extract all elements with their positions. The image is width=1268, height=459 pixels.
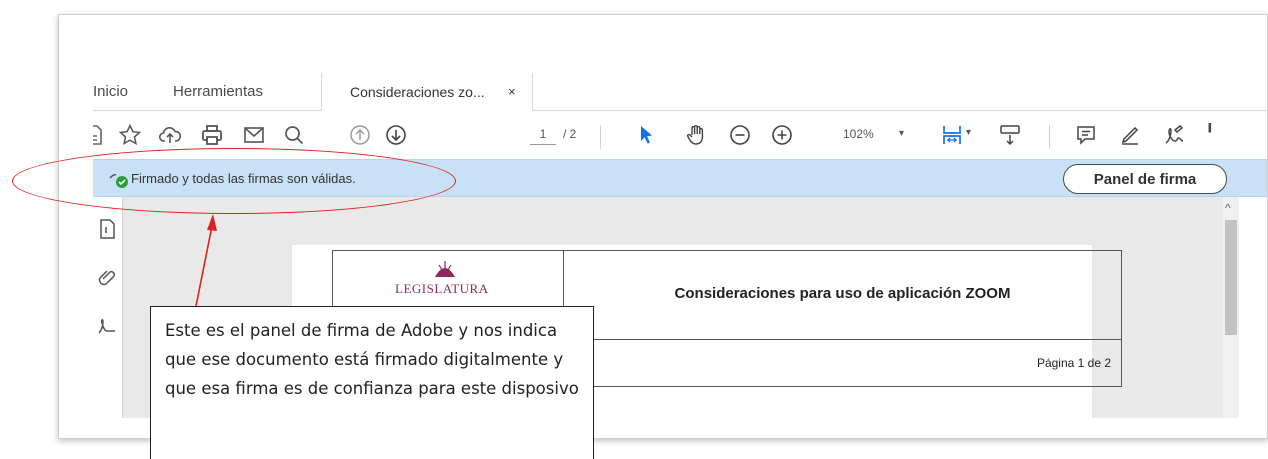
tab-document-label: Consideraciones zo...	[350, 84, 485, 100]
callout-text: Este es el panel de firma de Adobe y nos…	[165, 321, 579, 398]
toolbar-divider	[1049, 125, 1050, 149]
comment-icon[interactable]	[1073, 122, 1099, 148]
scroll-up-icon[interactable]: ^	[1225, 201, 1231, 215]
hand-icon[interactable]	[683, 122, 709, 148]
zoom-out-icon[interactable]	[727, 122, 753, 148]
tab-bar: Inicio Herramientas Consideraciones zo..…	[93, 73, 1267, 112]
page-thumbnails-icon[interactable]	[95, 217, 119, 241]
page-up-icon[interactable]	[347, 122, 373, 148]
chevron-down-icon[interactable]: ▾	[966, 127, 971, 138]
page-total-label: / 2	[563, 127, 577, 141]
fit-page-icon[interactable]	[939, 122, 965, 148]
attachments-icon[interactable]	[95, 265, 119, 289]
tab-document[interactable]: Consideraciones zo... ×	[321, 73, 533, 112]
upload-cloud-icon[interactable]	[157, 122, 183, 148]
sign-icon[interactable]	[1161, 122, 1187, 148]
logo-text: LEGISLATURA	[395, 281, 489, 296]
signature-panel-button[interactable]: Panel de firma	[1063, 164, 1227, 194]
zoom-level-dropdown[interactable]: 102%	[843, 127, 874, 141]
document-title: Consideraciones para uso de aplicación Z…	[674, 285, 1011, 302]
left-navigation-rail	[93, 197, 123, 418]
tab-herramientas[interactable]: Herramientas	[173, 73, 263, 111]
highlight-icon[interactable]	[1117, 122, 1143, 148]
page-number-input[interactable]	[530, 123, 556, 145]
toolbar: / 2 102% ▾ ▾	[93, 111, 1267, 159]
toolbar-divider	[600, 125, 601, 149]
print-icon[interactable]	[199, 122, 225, 148]
bookmark-star-icon[interactable]	[117, 122, 143, 148]
annotation-callout: Este es el panel de firma de Adobe y nos…	[150, 306, 594, 459]
select-pointer-icon[interactable]	[633, 122, 659, 148]
find-icon[interactable]	[281, 122, 307, 148]
scrollbar-thumb[interactable]	[1225, 220, 1237, 335]
signature-valid-icon	[109, 174, 128, 188]
more-tools-icon[interactable]: ╹	[1205, 123, 1215, 143]
signature-status-message: Firmado y todas las firmas son válidas.	[131, 171, 356, 186]
document-page-label: Página 1 de 2	[1036, 356, 1111, 370]
page-cell: Página 1 de 2	[563, 339, 1122, 387]
save-icon[interactable]	[93, 122, 107, 148]
scroll-mode-icon[interactable]	[997, 122, 1023, 148]
legislatura-logo-icon	[435, 261, 455, 277]
signature-status-bar: Firmado y todas las firmas son válidas. …	[93, 159, 1267, 197]
zoom-in-icon[interactable]	[769, 122, 795, 148]
page-down-icon[interactable]	[383, 122, 409, 148]
chevron-down-icon[interactable]: ▾	[899, 128, 904, 139]
email-icon[interactable]	[241, 122, 267, 148]
tab-inicio[interactable]: Inicio	[93, 73, 128, 111]
title-cell: Consideraciones para uso de aplicación Z…	[563, 250, 1122, 340]
signatures-icon[interactable]	[95, 313, 119, 337]
close-tab-icon[interactable]: ×	[508, 73, 516, 111]
